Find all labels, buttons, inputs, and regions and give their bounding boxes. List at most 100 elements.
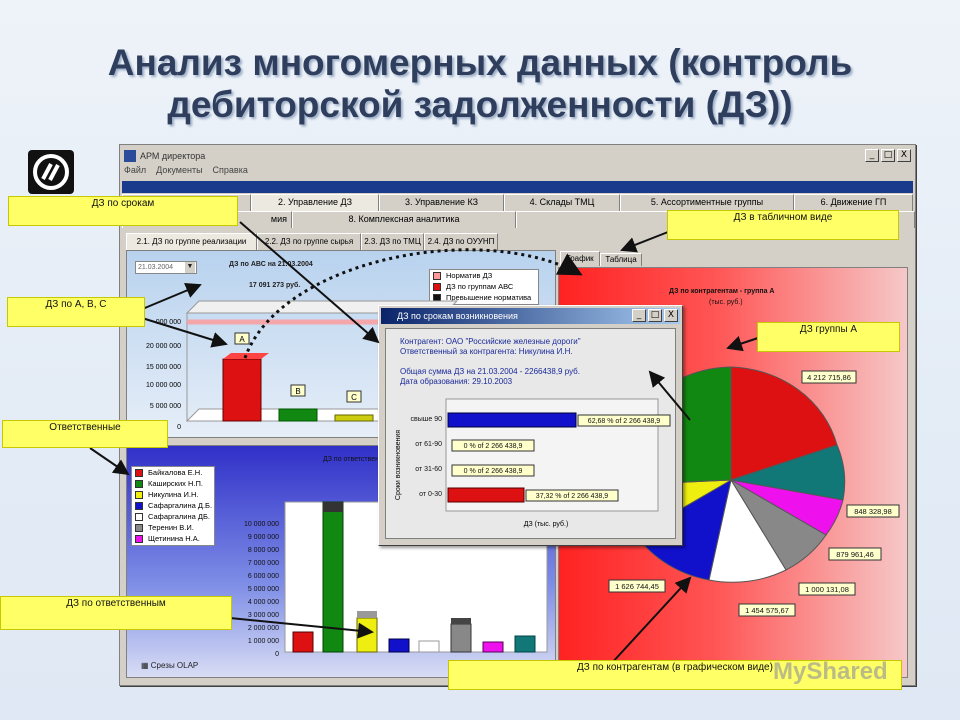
dialog-responsible: Ответственный за контрагента: Никулина И… [400, 347, 573, 356]
terms-chart: Сроки возникновения свыше 90 от 61-90 от… [395, 398, 671, 528]
callout-dz-responsible: ДЗ по ответственным [0, 596, 232, 630]
callout-dz-terms: ДЗ по срокам [8, 196, 238, 226]
tab-kz-management[interactable]: 3. Управление КЗ [379, 194, 504, 211]
terms-bar-over90 [447, 412, 577, 428]
bar-baikalova [292, 631, 314, 653]
y-tick: 15 000 000 [146, 364, 181, 371]
pie-label: 1 000 131,08 [805, 585, 849, 594]
subtab-ouunp[interactable]: 2.4. ДЗ по ОУУНП [424, 233, 498, 250]
bar-kashirskikh [322, 501, 344, 653]
dialog-close-button[interactable]: X [664, 309, 678, 322]
callout-dz-abc: ДЗ по А, В, С [7, 297, 145, 327]
dialog-minimize-button[interactable]: _ [632, 309, 646, 322]
y-tick: 0 [275, 651, 279, 658]
y-tick: 3 000 000 [248, 612, 279, 619]
slide-title: Анализ многомерных данных (контроль деби… [40, 42, 920, 126]
dz-terms-dialog: ДЗ по срокам возникновения _ □ X Контраг… [378, 305, 683, 546]
tab-complex-analytics[interactable]: 8. Комплексная аналитика [292, 211, 516, 228]
dialog-contractor: Контрагент: ОАО "Российские железные дор… [400, 337, 581, 346]
dialog-maximize-button[interactable]: □ [648, 309, 662, 322]
dialog-body: Контрагент: ОАО "Российские железные дор… [385, 328, 676, 539]
terms-ylabel: Сроки возникновения [395, 430, 402, 500]
y-tick: 7 000 000 [248, 560, 279, 567]
maximize-button[interactable]: □ [881, 149, 895, 162]
logo-mark-icon [33, 154, 69, 190]
minimize-button[interactable]: _ [865, 149, 879, 162]
pie-label: 1 454 575,67 [745, 606, 789, 615]
y-tick: 9 000 000 [248, 534, 279, 541]
terms-category: свыше 90 [411, 416, 443, 423]
subtab-tmc[interactable]: 2.3. ДЗ по ТМЦ [361, 233, 424, 250]
y-tick: 5 000 000 [150, 403, 181, 410]
window-title: АРМ директора [140, 151, 206, 161]
subtab-raw-group[interactable]: 2.2. ДЗ по группе сырья [257, 233, 361, 250]
tab-assortment[interactable]: 5. Ассортиментные группы [620, 194, 794, 211]
dialog-title: ДЗ по срокам возникновения [397, 311, 518, 321]
subtab-sales-group[interactable]: 2.1. ДЗ по группе реализации [126, 233, 257, 250]
terms-bar-0-30 [447, 487, 525, 503]
bar-nikulina-top [357, 611, 377, 618]
pie-label: 848 328,98 [854, 507, 892, 516]
callout-dz-table: ДЗ в табличном виде [667, 210, 899, 240]
bar-c [334, 414, 374, 422]
bar-kashirskikh-top [323, 502, 343, 512]
terms-bar-label: 37,32 % of 2 266 438,9 [536, 493, 608, 500]
olap-slices-button[interactable]: ▦ Срезы OLAP [141, 661, 198, 670]
y-tick: 10 000 000 [244, 521, 279, 528]
bar-safargalina-1 [388, 638, 410, 653]
y-tick: 000 000 [156, 319, 181, 326]
terms-bar-label: 62,68 % of 2 266 438,9 [588, 418, 660, 425]
tab-dz-management[interactable]: 2. Управление ДЗ [251, 194, 379, 211]
subtabs: 2.1. ДЗ по группе реализации 2.2. ДЗ по … [126, 233, 498, 250]
dialog-total: Общая сумма ДЗ на 21.03.2004 - 2266438,9… [400, 367, 580, 376]
terms-xlabel: ДЗ (тыс. руб.) [524, 520, 569, 528]
menu-documents[interactable]: Документы [156, 165, 202, 181]
terms-category: от 61-90 [415, 441, 442, 448]
watermark: MyShared [773, 658, 888, 685]
tab-warehouses[interactable]: 4. Склады ТМЦ [504, 194, 620, 211]
menu-help[interactable]: Справка [213, 165, 248, 181]
app-icon [124, 150, 136, 162]
y-tick: 8 000 000 [248, 547, 279, 554]
toolbar-strip [122, 181, 913, 193]
dialog-date: Дата образования: 29.10.2003 [400, 377, 513, 386]
bar-nikulina [356, 617, 378, 653]
menubar: Файл Документы Справка [124, 165, 248, 181]
close-button[interactable]: X [897, 149, 911, 162]
olap-icon: ▦ [141, 661, 151, 670]
menu-file[interactable]: Файл [124, 165, 146, 181]
callout-responsible: Ответственные [2, 420, 168, 448]
terms-bar-label: 0 % of 2 266 438,9 [464, 443, 523, 450]
window-titlebar[interactable]: АРМ директора _ □ X [122, 147, 913, 165]
tab-gp-movement[interactable]: 6. Движение ГП [794, 194, 913, 211]
terms-bar-label: 0 % of 2 266 438,9 [464, 468, 523, 475]
bar-other [514, 635, 536, 653]
bar-b [278, 408, 318, 422]
bar-shchetinina [482, 641, 504, 653]
title-line-2: дебиторской задолженности (ДЗ)) [167, 84, 793, 125]
tab-chart[interactable]: График [560, 251, 600, 266]
y-tick: 4 000 000 [248, 599, 279, 606]
bar-a [222, 358, 262, 422]
bar-terenin-top [451, 618, 471, 624]
pie-label: 4 212 715,86 [807, 373, 851, 382]
y-tick: 20 000 000 [146, 343, 181, 350]
y-tick: 2 000 000 [248, 625, 279, 632]
callout-dz-group-a: ДЗ группы А [757, 322, 900, 352]
bar-label-c: C [351, 393, 357, 402]
bar-label-b: B [295, 387, 300, 396]
tab-table[interactable]: Таблица [600, 253, 642, 266]
y-tick: 1 000 000 [248, 638, 279, 645]
y-tick: 10 000 000 [146, 382, 181, 389]
bar-label-a: A [239, 335, 245, 344]
y-tick: 6 000 000 [248, 573, 279, 580]
bar-a-top [223, 353, 269, 359]
title-line-1: Анализ многомерных данных (контроль [107, 42, 853, 83]
bar-safargalina-2 [418, 640, 440, 653]
logo [28, 150, 74, 194]
y-tick: 5 000 000 [248, 586, 279, 593]
pie-label: 879 961,46 [836, 550, 874, 559]
terms-category: от 0-30 [419, 491, 442, 498]
pie-label: 1 626 744,45 [615, 582, 659, 591]
y-tick: 0 [177, 424, 181, 431]
